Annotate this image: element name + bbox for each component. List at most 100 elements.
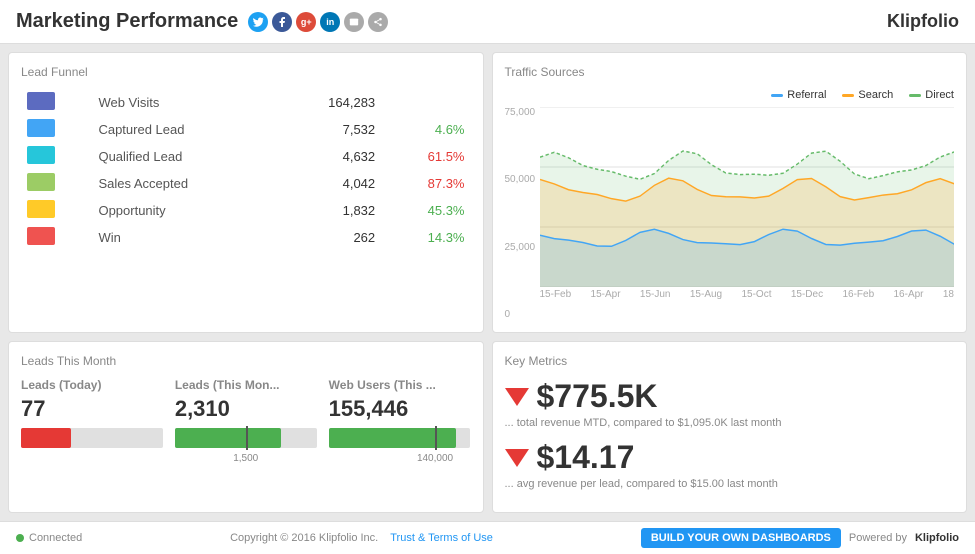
leads-bar: 140,000 [329,428,471,448]
x-axis-label: 15-Oct [741,289,771,300]
chart-area [540,107,955,287]
bar-fill [329,428,457,448]
funnel-value: 7,532 [274,116,381,143]
x-axis-label: 15-Dec [791,289,823,300]
funnel-row: Win 262 14.3% [21,224,471,251]
funnel-value: 4,042 [274,170,381,197]
legend-label: Referral [787,89,826,101]
main-content: Lead Funnel Web Visits 164,283 Captured … [0,44,975,521]
bar-fill [21,428,71,448]
funnel-row: Qualified Lead 4,632 61.5% [21,143,471,170]
facebook-icon[interactable] [272,12,292,32]
down-arrow-icon [505,449,529,467]
leads-metric-label: Leads (Today) [21,378,163,392]
share-icon[interactable] [368,12,388,32]
x-axis-label: 16-Apr [894,289,924,300]
funnel-row: Captured Lead 7,532 4.6% [21,116,471,143]
funnel-row: Sales Accepted 4,042 87.3% [21,170,471,197]
leads-bar: 1,500 [175,428,317,448]
funnel-label: Captured Lead [92,116,274,143]
funnel-pct: 87.3% [381,170,470,197]
leads-metric-block: Leads (This Mon... 2,310 1,500 [175,378,317,448]
down-arrow-icon [505,388,529,406]
leads-metric-label: Leads (This Mon... [175,378,317,392]
traffic-legend: Referral Search Direct [505,89,955,101]
traffic-sources-card: Traffic Sources Referral Search Direct 7… [492,52,968,333]
footer-logo: Klipfolio [915,532,959,544]
x-axis-label: 16-Feb [842,289,874,300]
leads-metric-label: Web Users (This ... [329,378,471,392]
x-axis-label: 15-Feb [540,289,572,300]
leads-grid: Leads (Today) 77 Leads (This Mon... 2,31… [21,378,471,448]
build-dashboard-button[interactable]: BUILD YOUR OWN DASHBOARDS [641,528,841,548]
connected-label: Connected [29,532,82,544]
y-axis-label: 25,000 [505,242,536,253]
funnel-color-cell [21,170,92,197]
funnel-row: Web Visits 164,283 [21,89,471,116]
powered-by: Powered by [849,532,907,544]
funnel-color-box [27,119,55,137]
bar-fill [175,428,281,448]
funnel-pct: 14.3% [381,224,470,251]
leads-title: Leads This Month [21,354,471,368]
funnel-color-cell [21,197,92,224]
funnel-pct: 61.5% [381,143,470,170]
x-axis-label: 15-Aug [690,289,722,300]
legend-label: Search [858,89,893,101]
legend-label: Direct [925,89,954,101]
legend-dot [842,94,854,97]
funnel-color-box [27,92,55,110]
key-metrics-content: $775.5K ... total revenue MTD, compared … [505,378,955,490]
funnel-color-box [27,200,55,218]
y-axis-label: 75,000 [505,107,536,118]
twitter-icon[interactable] [248,12,268,32]
x-axis-label: 15-Jun [640,289,671,300]
email-icon[interactable] [344,12,364,32]
funnel-label: Opportunity [92,197,274,224]
leads-this-month-card: Leads This Month Leads (Today) 77 Leads … [8,341,484,513]
traffic-chart [540,107,955,287]
leads-bar [21,428,163,448]
legend-item: Direct [909,89,954,101]
key-metric-value: $14.17 [505,439,955,476]
leads-metric-value: 2,310 [175,396,317,422]
bar-marker [435,426,437,450]
funnel-color-cell [21,116,92,143]
funnel-label: Win [92,224,274,251]
funnel-pct [381,89,470,116]
connected-badge: Connected [16,532,82,544]
terms-link[interactable]: Trust & Terms of Use [390,532,493,544]
key-metric-item: $14.17 ... avg revenue per lead, compare… [505,439,955,490]
funnel-value: 1,832 [274,197,381,224]
header-left: Marketing Performance g+ in [16,10,388,33]
funnel-pct: 4.6% [381,116,470,143]
funnel-value: 262 [274,224,381,251]
funnel-color-box [27,146,55,164]
funnel-value: 164,283 [274,89,381,116]
legend-item: Search [842,89,893,101]
lead-funnel-table: Web Visits 164,283 Captured Lead 7,532 4… [21,89,471,251]
funnel-label: Sales Accepted [92,170,274,197]
y-axis-label: 0 [505,309,536,320]
y-axis-label: 50,000 [505,174,536,185]
header: Marketing Performance g+ in Klipfolio [0,0,975,44]
lead-funnel-title: Lead Funnel [21,65,471,79]
key-metric-desc: ... avg revenue per lead, compared to $1… [505,478,955,490]
funnel-color-cell [21,143,92,170]
lead-funnel-card: Lead Funnel Web Visits 164,283 Captured … [8,52,484,333]
linkedin-icon[interactable]: in [320,12,340,32]
legend-dot [909,94,921,97]
google-plus-icon[interactable]: g+ [296,12,316,32]
y-axis: 75,000 50,000 25,000 0 [505,107,540,320]
footer: Connected Copyright © 2016 Klipfolio Inc… [0,521,975,554]
leads-metric-value: 77 [21,396,163,422]
legend-item: Referral [771,89,826,101]
x-axis-label: 18 [943,289,954,300]
chart-wrapper: 75,00050,00025,0000 15-Feb15-Apr15-Jun15… [505,107,955,320]
connected-dot [16,534,24,542]
copyright: Copyright © 2016 Klipfolio Inc. [230,532,378,544]
funnel-color-cell [21,89,92,116]
bar-marker [246,426,248,450]
key-metrics-card: Key Metrics $775.5K ... total revenue MT… [492,341,968,513]
leads-metric-block: Leads (Today) 77 [21,378,163,448]
